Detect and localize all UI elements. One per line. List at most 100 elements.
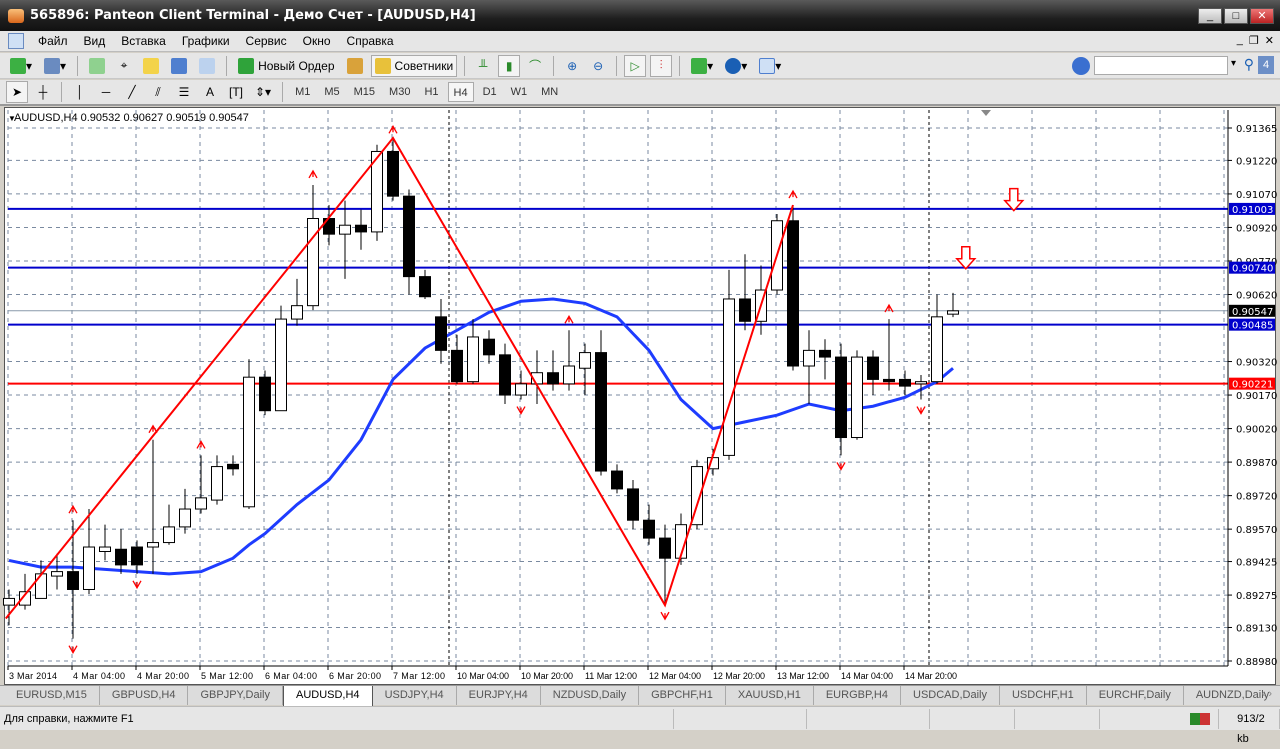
status-help: Для справки, нажмите F1 — [0, 708, 674, 729]
fibonacci-tool[interactable]: ☰ — [173, 81, 195, 103]
chart-tab[interactable]: XAUUSD,H1 — [726, 686, 814, 705]
zoom-out-button[interactable]: ⊖ — [587, 55, 609, 77]
timeframe-h4[interactable]: H4 — [447, 82, 474, 102]
timeframe-m30[interactable]: M30 — [384, 82, 415, 102]
close-button[interactable]: ✕ — [1250, 8, 1274, 24]
experts-label: Советники — [394, 58, 454, 73]
mdi-restore-button[interactable]: ❐ — [1249, 34, 1259, 47]
new-order-label: Новый Ордер — [258, 58, 335, 73]
chart-tab[interactable]: EURCHF,Daily — [1087, 686, 1184, 705]
vertical-line-tool[interactable]: │ — [69, 81, 91, 103]
timeframe-d1[interactable]: D1 — [478, 82, 502, 102]
trendline-icon: ╱ — [128, 85, 136, 99]
arrows-icon: ⇕▾ — [255, 85, 272, 99]
window-title: 565896: Panteon Client Terminal - Демо С… — [30, 8, 476, 23]
cursor-tool[interactable]: ➤ — [6, 81, 28, 103]
crosshair-icon: ┼ — [38, 85, 48, 99]
chart-window-icon[interactable] — [8, 33, 24, 49]
new-chart-button[interactable]: ▾ — [6, 55, 36, 77]
minimize-button[interactable]: _ — [1198, 8, 1222, 24]
candlestick-icon: ▮ — [505, 58, 513, 73]
market-watch-button[interactable] — [85, 55, 109, 77]
templates-button[interactable]: ▾ — [755, 55, 785, 77]
mdi-minimize-button[interactable]: _ — [1237, 34, 1243, 47]
timeframe-m1[interactable]: M1 — [290, 82, 315, 102]
menu-tools[interactable]: Сервис — [238, 34, 295, 48]
templates-icon — [759, 57, 776, 74]
tester-button[interactable] — [195, 55, 219, 77]
chart-tab[interactable]: EURJPY,H4 — [457, 686, 541, 705]
chart-tab[interactable]: USDJPY,H4 — [373, 686, 457, 705]
search-icon[interactable]: ⚲ — [1244, 56, 1254, 73]
terminal-button[interactable] — [167, 55, 191, 77]
menu-help[interactable]: Справка — [339, 34, 402, 48]
equidistant-channel-tool[interactable]: ⫽ — [147, 81, 169, 103]
bar-chart-button[interactable]: ╨ — [472, 55, 494, 77]
status-bar: Для справки, нажмите F1 913/2 kb — [0, 706, 1280, 745]
chart-window[interactable] — [4, 107, 1276, 685]
menu-view[interactable]: Вид — [76, 34, 114, 48]
clock-icon — [725, 57, 742, 74]
crosshair-tool[interactable]: ┼ — [32, 81, 54, 103]
search-input[interactable] — [1094, 56, 1228, 75]
chart-tab[interactable]: GBPUSD,H4 — [100, 686, 189, 705]
notifications-badge[interactable]: 4 — [1258, 56, 1274, 74]
timeframe-m5[interactable]: M5 — [319, 82, 344, 102]
text-icon: A — [205, 85, 214, 99]
title-bar: 565896: Panteon Client Terminal - Демо С… — [0, 0, 1280, 31]
metaeditor-button[interactable] — [343, 55, 367, 77]
menu-file[interactable]: Файл — [30, 34, 76, 48]
data-window-button[interactable]: ⌖ — [113, 55, 135, 77]
chart-tab[interactable]: AUDUSD,H4 — [282, 686, 373, 707]
line-chart-icon: ⌒ — [529, 59, 542, 73]
zoom-in-icon: ⊕ — [567, 58, 578, 73]
menu-charts[interactable]: Графики — [174, 34, 238, 48]
experts-button[interactable]: Советники — [370, 54, 458, 77]
settings-gear-icon[interactable] — [1072, 57, 1090, 75]
mdi-close-button[interactable]: ✕ — [1265, 34, 1274, 47]
chart-tab[interactable]: NZDUSD,Daily — [541, 686, 640, 705]
timeframe-m15[interactable]: M15 — [349, 82, 380, 102]
auto-scroll-button[interactable]: ▷ — [624, 54, 647, 77]
chart-tab[interactable]: USDCAD,Daily — [901, 686, 1000, 705]
tab-scroll-arrows[interactable]: ‹ › — [1262, 688, 1272, 700]
arrows-tool[interactable]: ⇕▾ — [251, 81, 275, 103]
bar-chart-icon: ╨ — [478, 58, 488, 73]
chart-tab[interactable]: USDCHF,H1 — [1000, 686, 1087, 705]
maximize-button[interactable]: □ — [1224, 8, 1248, 24]
text-tool[interactable]: A — [199, 81, 221, 103]
new-order-button[interactable]: Новый Ордер — [234, 55, 338, 77]
indicators-button[interactable]: ▾ — [687, 55, 717, 77]
channel-icon: ⫽ — [155, 84, 161, 99]
chart-shift-button[interactable]: ⫶ — [650, 54, 673, 77]
cursor-icon: ➤ — [11, 85, 23, 99]
chart-tab[interactable]: GBPJPY,Daily — [188, 686, 283, 705]
chart-tab[interactable]: GBPCHF,H1 — [639, 686, 726, 705]
indicators-icon — [691, 57, 708, 74]
menu-insert[interactable]: Вставка — [113, 34, 174, 48]
text-label-tool[interactable]: [T] — [225, 81, 247, 103]
navigator-button[interactable] — [139, 55, 163, 77]
experts-icon — [374, 57, 391, 74]
timeframe-h1[interactable]: H1 — [419, 82, 443, 102]
chart-tab[interactable]: EURUSD,M15 — [4, 686, 100, 705]
line-chart-button[interactable]: ⌒ — [524, 55, 546, 77]
new-order-icon — [238, 57, 255, 74]
zoom-in-button[interactable]: ⊕ — [561, 55, 583, 77]
magnifier-doc-icon — [199, 57, 216, 74]
periods-button[interactable]: ▾ — [721, 55, 751, 77]
terminal-icon — [171, 57, 188, 74]
trendline-tool[interactable]: ╱ — [121, 81, 143, 103]
timeframe-w1[interactable]: W1 — [506, 82, 533, 102]
drawing-toolbar: ➤ ┼ │ ─ ╱ ⫽ ☰ A [T] ⇕▾ M1 M5 M15 M30 H1 … — [0, 80, 1280, 106]
auto-scroll-icon: ▷ — [630, 58, 640, 73]
search-dropdown-icon[interactable]: ▾ — [1231, 58, 1236, 69]
timeframe-mn[interactable]: MN — [536, 82, 563, 102]
profiles-button[interactable]: ▾ — [40, 55, 70, 77]
candlestick-button[interactable]: ▮ — [498, 54, 521, 77]
horizontal-line-icon: ─ — [101, 85, 111, 99]
horizontal-line-tool[interactable]: ─ — [95, 81, 117, 103]
market-watch-icon — [89, 57, 106, 74]
menu-window[interactable]: Окно — [295, 34, 339, 48]
chart-tab[interactable]: EURGBP,H4 — [814, 686, 901, 705]
